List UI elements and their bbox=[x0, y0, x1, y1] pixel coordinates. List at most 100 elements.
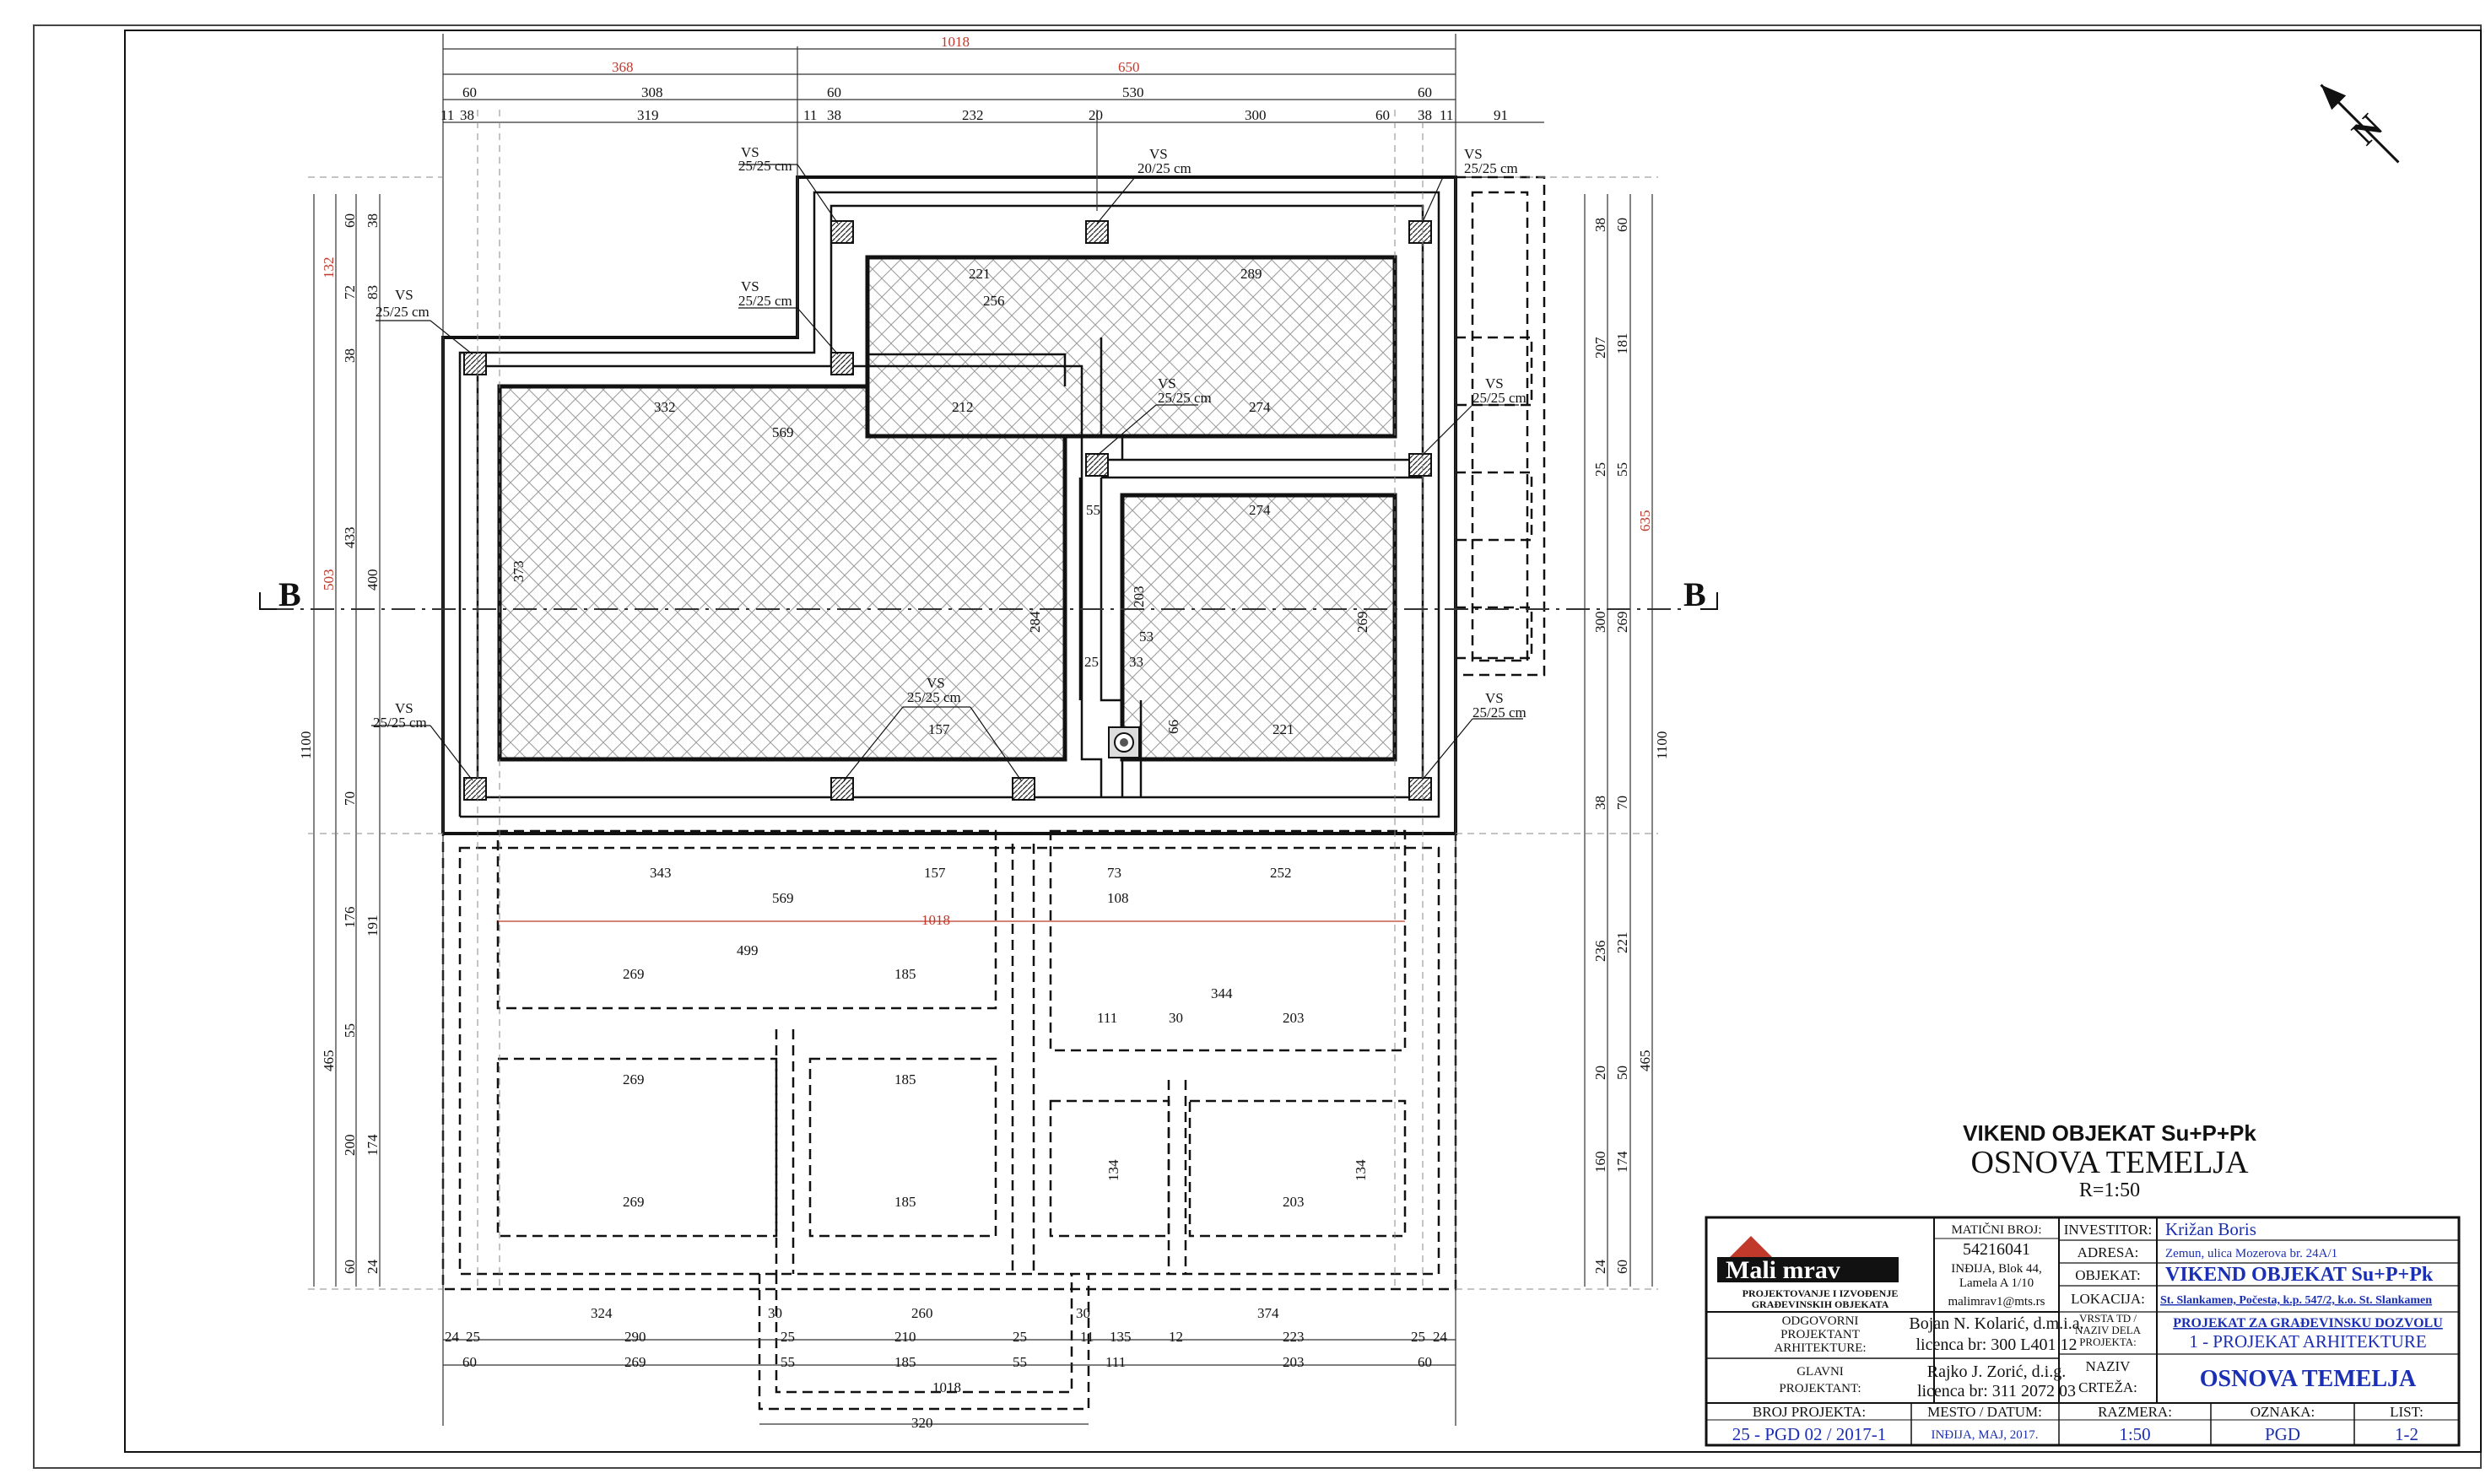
svg-text:PROJEKAT ZA GRAĐEVINSKU DOZVOL: PROJEKAT ZA GRAĐEVINSKU DOZVOLU bbox=[2173, 1316, 2443, 1330]
svg-text:OSNOVA TEMELJA: OSNOVA TEMELJA bbox=[1970, 1145, 2249, 1180]
svg-text:R=1:50: R=1:50 bbox=[2079, 1179, 2140, 1201]
svg-text:260: 260 bbox=[911, 1305, 933, 1321]
svg-text:135: 135 bbox=[1110, 1329, 1132, 1345]
svg-text:83: 83 bbox=[365, 285, 381, 299]
svg-text:1-2: 1-2 bbox=[2395, 1424, 2418, 1444]
svg-text:60: 60 bbox=[462, 1354, 477, 1370]
svg-text:VIKEND OBJEKAT Su+P+Pk: VIKEND OBJEKAT Su+P+Pk bbox=[1963, 1120, 2256, 1146]
svg-text:269: 269 bbox=[623, 1071, 645, 1087]
svg-text:191: 191 bbox=[365, 915, 381, 937]
svg-text:St. Slankamen, Počesta, k.p. 5: St. Slankamen, Počesta, k.p. 547/2, k.o.… bbox=[2160, 1294, 2432, 1307]
svg-text:465: 465 bbox=[321, 1050, 337, 1072]
svg-text:malimrav1@mts.rs: malimrav1@mts.rs bbox=[1948, 1295, 2045, 1309]
svg-text:1 - PROJEKAT ARHITEKTURE: 1 - PROJEKAT ARHITEKTURE bbox=[2189, 1331, 2426, 1352]
svg-text:Rajko J. Zorić, d.i.g.: Rajko J. Zorić, d.i.g. bbox=[1927, 1363, 2066, 1381]
right-footing-dashed bbox=[1454, 175, 1546, 677]
svg-text:181: 181 bbox=[1614, 333, 1630, 355]
svg-text:1:50: 1:50 bbox=[2119, 1424, 2150, 1444]
svg-text:60: 60 bbox=[462, 84, 477, 100]
svg-text:CRTEŽA:: CRTEŽA: bbox=[2078, 1379, 2137, 1395]
svg-text:53: 53 bbox=[1139, 629, 1154, 645]
svg-text:1100: 1100 bbox=[298, 731, 314, 759]
svg-text:20: 20 bbox=[1592, 1066, 1608, 1080]
svg-text:320: 320 bbox=[911, 1415, 933, 1431]
svg-text:60: 60 bbox=[342, 213, 358, 228]
svg-text:INĐIJA, MAJ, 2017.: INĐIJA, MAJ, 2017. bbox=[1931, 1428, 2038, 1442]
svg-text:368: 368 bbox=[612, 59, 634, 75]
svg-text:1100: 1100 bbox=[1654, 731, 1670, 759]
svg-text:licenca br: 300 L401 12: licenca br: 300 L401 12 bbox=[1916, 1336, 2077, 1354]
svg-text:licenca br: 311 2072 03: licenca br: 311 2072 03 bbox=[1917, 1382, 2076, 1400]
svg-text:174: 174 bbox=[365, 1134, 381, 1156]
svg-text:433: 433 bbox=[342, 527, 358, 549]
svg-text:332: 332 bbox=[654, 399, 676, 415]
svg-text:212: 212 bbox=[952, 399, 974, 415]
svg-text:343: 343 bbox=[650, 865, 672, 881]
svg-text:203: 203 bbox=[1131, 586, 1147, 608]
drain-symbol bbox=[1108, 726, 1140, 758]
svg-text:MATIČNI BROJ:: MATIČNI BROJ: bbox=[1951, 1222, 2041, 1237]
svg-text:25: 25 bbox=[466, 1329, 480, 1345]
svg-text:60: 60 bbox=[1614, 1260, 1630, 1274]
svg-text:12: 12 bbox=[1169, 1329, 1183, 1345]
section-marker-left: B bbox=[259, 575, 301, 613]
svg-text:30: 30 bbox=[768, 1305, 782, 1321]
svg-text:25/25 cm: 25/25 cm bbox=[1472, 390, 1526, 406]
svg-text:269: 269 bbox=[623, 1194, 645, 1210]
svg-text:25/25 cm: 25/25 cm bbox=[738, 158, 792, 174]
svg-text:499: 499 bbox=[737, 942, 759, 958]
svg-text:38: 38 bbox=[1592, 218, 1608, 232]
svg-text:PGD: PGD bbox=[2265, 1424, 2300, 1444]
svg-text:OBJEKAT:: OBJEKAT: bbox=[2075, 1267, 2141, 1283]
svg-text:300: 300 bbox=[1245, 107, 1267, 123]
svg-text:ODGOVORNI: ODGOVORNI bbox=[1782, 1314, 1859, 1328]
svg-text:PROJEKTA:: PROJEKTA: bbox=[2079, 1336, 2137, 1348]
svg-text:LIST:: LIST: bbox=[2390, 1404, 2423, 1420]
svg-text:NAZIV: NAZIV bbox=[2086, 1358, 2132, 1374]
svg-text:24: 24 bbox=[365, 1260, 381, 1275]
svg-text:569: 569 bbox=[772, 424, 794, 440]
svg-text:25 - PGD 02 / 2017-1: 25 - PGD 02 / 2017-1 bbox=[1732, 1424, 1887, 1444]
title-block: Mali mrav PROJEKTOVANJE I IZVOĐENJE GRAĐ… bbox=[1705, 1216, 2461, 1447]
svg-text:Križan Boris: Križan Boris bbox=[2165, 1219, 2256, 1239]
svg-text:269: 269 bbox=[624, 1354, 646, 1370]
svg-text:Lamela A 1/10: Lamela A 1/10 bbox=[1959, 1276, 2034, 1290]
svg-text:VS: VS bbox=[395, 287, 413, 303]
svg-text:11: 11 bbox=[803, 107, 817, 123]
svg-text:VIKEND OBJEKAT Su+P+Pk: VIKEND OBJEKAT Su+P+Pk bbox=[2165, 1264, 2434, 1286]
svg-text:66: 66 bbox=[1165, 720, 1181, 734]
svg-text:55: 55 bbox=[342, 1023, 358, 1038]
svg-text:324: 324 bbox=[591, 1305, 613, 1321]
svg-text:635: 635 bbox=[1637, 510, 1653, 532]
svg-text:111: 111 bbox=[1105, 1354, 1126, 1370]
svg-text:134: 134 bbox=[1105, 1159, 1121, 1181]
svg-text:72: 72 bbox=[342, 285, 358, 299]
svg-text:25/25 cm: 25/25 cm bbox=[738, 293, 792, 309]
svg-text:25/25 cm: 25/25 cm bbox=[376, 304, 430, 320]
svg-text:200: 200 bbox=[342, 1135, 358, 1157]
dims-top: 1018 368 650 60 308 60 530 60 11 38 319 … bbox=[440, 34, 1508, 123]
svg-text:24: 24 bbox=[1433, 1329, 1448, 1345]
svg-text:111: 111 bbox=[1097, 1010, 1117, 1026]
foundation-plan: B B N VS 25/25 cm VS 20/25 cm VS 25/25 c… bbox=[33, 24, 2482, 1469]
svg-text:284: 284 bbox=[1027, 611, 1043, 633]
svg-text:232: 232 bbox=[962, 107, 984, 123]
svg-text:203: 203 bbox=[1283, 1354, 1305, 1370]
svg-text:269: 269 bbox=[1614, 612, 1630, 634]
svg-text:55: 55 bbox=[1013, 1354, 1027, 1370]
svg-text:GRAĐEVINSKIH OBJEKATA: GRAĐEVINSKIH OBJEKATA bbox=[1752, 1298, 1889, 1310]
svg-text:B: B bbox=[1683, 575, 1706, 613]
svg-text:210: 210 bbox=[894, 1329, 916, 1345]
drawing-title: VIKEND OBJEKAT Su+P+Pk OSNOVA TEMELJA R=… bbox=[1963, 1120, 2256, 1201]
svg-text:134: 134 bbox=[1353, 1159, 1369, 1181]
svg-text:25: 25 bbox=[1013, 1329, 1027, 1345]
svg-text:GLAVNI: GLAVNI bbox=[1797, 1365, 1844, 1379]
north-arrow-icon: N bbox=[2320, 84, 2400, 164]
svg-text:274: 274 bbox=[1249, 399, 1271, 415]
svg-text:PROJEKTANT: PROJEKTANT bbox=[1780, 1328, 1860, 1341]
svg-text:176: 176 bbox=[342, 907, 358, 929]
svg-text:160: 160 bbox=[1592, 1152, 1608, 1174]
svg-text:344: 344 bbox=[1211, 985, 1233, 1001]
svg-text:256: 256 bbox=[983, 293, 1005, 309]
svg-text:25: 25 bbox=[1411, 1329, 1425, 1345]
